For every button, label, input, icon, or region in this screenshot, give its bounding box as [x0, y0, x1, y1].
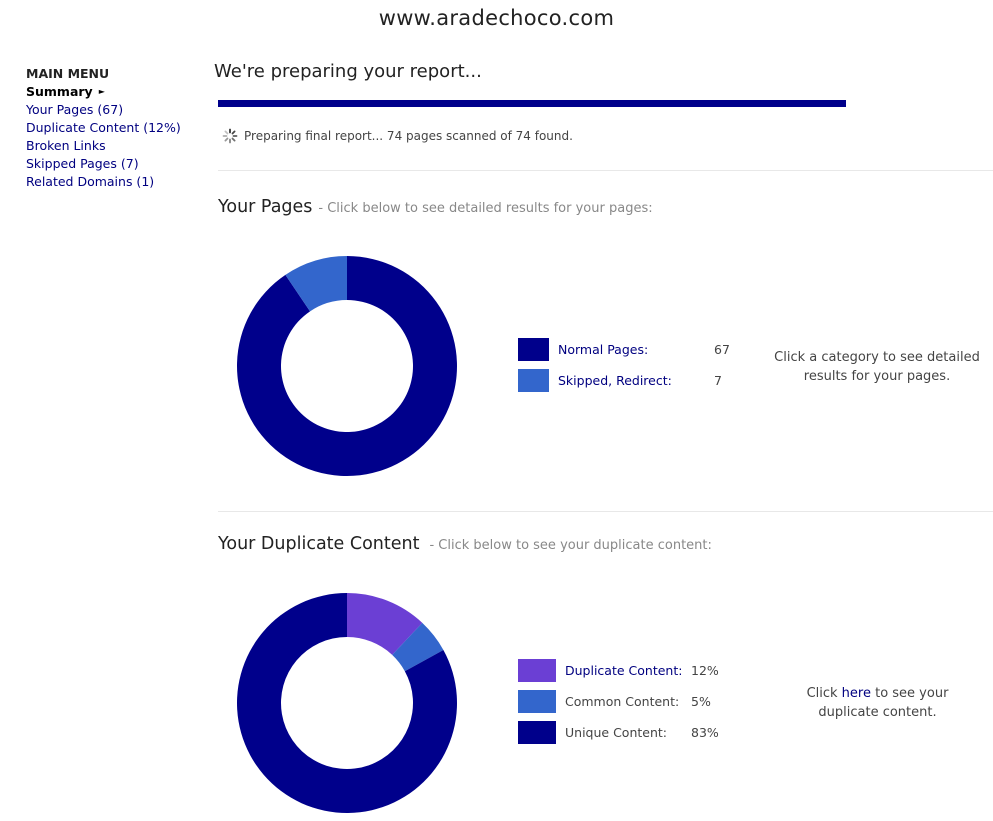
your-pages-donut-chart[interactable] [236, 255, 458, 477]
progress-bar [218, 100, 846, 107]
main-menu: MAIN MENU Summary ► Your Pages (67) Dupli… [26, 65, 181, 191]
legend-value: 5% [691, 694, 711, 709]
status-text: Preparing final report... 74 pages scann… [244, 129, 573, 143]
section-title: Your Duplicate Content [218, 534, 420, 554]
legend-label: Unique Content: [565, 725, 667, 740]
menu-item-label: Summary [26, 84, 93, 99]
section-title: Your Pages [218, 197, 313, 217]
your-pages-legend: Normal Pages: 67 Skipped, Redirect: 7 [518, 334, 730, 396]
menu-item-your-pages[interactable]: Your Pages (67) [26, 101, 181, 119]
legend-value: 83% [691, 725, 719, 740]
duplicate-content-legend: Duplicate Content: 12% Common Content: 5… [518, 655, 719, 748]
section-divider [218, 170, 993, 171]
legend-swatch [518, 338, 549, 361]
menu-item-broken-links[interactable]: Broken Links [26, 137, 181, 155]
menu-item-skipped-pages[interactable]: Skipped Pages (7) [26, 155, 181, 173]
main-menu-heading: MAIN MENU [26, 66, 110, 81]
legend-item-skipped-redirect[interactable]: Skipped, Redirect: 7 [518, 365, 722, 396]
section-subtitle: - Click below to see your duplicate cont… [429, 538, 712, 553]
legend-label: Common Content: [565, 694, 680, 709]
duplicate-content-donut-chart[interactable] [236, 592, 458, 814]
legend-swatch [518, 659, 556, 682]
status-line: Preparing final report... 74 pages scann… [222, 128, 573, 144]
legend-label: Skipped, Redirect: [558, 373, 672, 388]
duplicate-content-hint: Click here to see your duplicate content… [790, 684, 965, 722]
menu-item-related-domains[interactable]: Related Domains (1) [26, 173, 181, 191]
legend-value: 12% [691, 663, 719, 678]
duplicate-content-heading: Your Duplicate Content - Click below to s… [218, 534, 712, 554]
section-divider [218, 511, 993, 512]
your-pages-heading: Your Pages - Click below to see detailed … [218, 197, 653, 217]
legend-value: 7 [714, 373, 722, 388]
section-subtitle: - Click below to see detailed results fo… [318, 201, 653, 216]
menu-item-summary[interactable]: Summary ► [26, 83, 181, 101]
legend-item-duplicate-content[interactable]: Duplicate Content: 12% [518, 655, 719, 686]
report-title: We're preparing your report... [214, 61, 482, 82]
legend-label: Normal Pages: [558, 342, 649, 357]
legend-swatch [518, 369, 549, 392]
legend-item-normal-pages[interactable]: Normal Pages: 67 [518, 334, 730, 365]
legend-item-unique-content: Unique Content: 83% [518, 717, 719, 748]
current-item-arrow-icon: ► [98, 87, 105, 96]
hint-text: Click [806, 686, 842, 701]
your-pages-hint: Click a category to see detailed results… [774, 350, 980, 384]
loading-spinner-icon [222, 128, 238, 144]
legend-swatch [518, 721, 556, 744]
legend-swatch [518, 690, 556, 713]
legend-item-common-content: Common Content: 5% [518, 686, 711, 717]
legend-label: Duplicate Content: [565, 663, 683, 678]
site-title: www.aradechoco.com [378, 6, 615, 30]
legend-value: 67 [714, 342, 730, 357]
menu-item-duplicate-content[interactable]: Duplicate Content (12%) [26, 119, 181, 137]
here-link[interactable]: here [842, 686, 871, 701]
progress-bar-fill [218, 100, 846, 107]
